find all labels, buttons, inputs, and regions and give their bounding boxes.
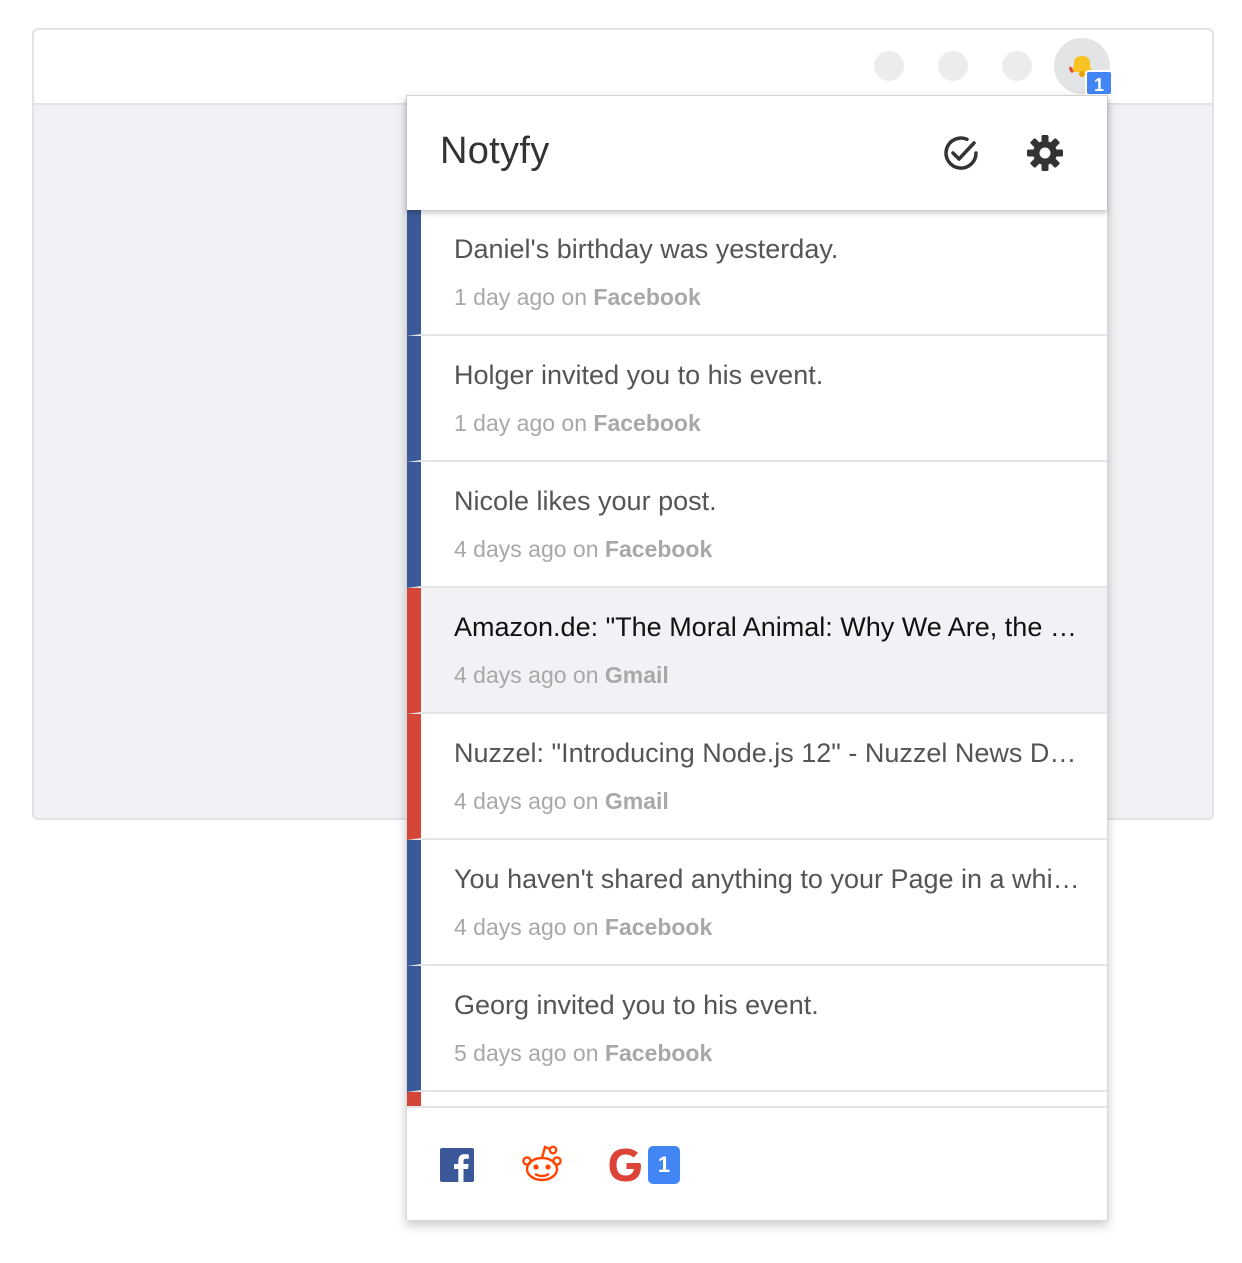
mark-all-read-icon[interactable] [940, 132, 982, 174]
notification-source: Facebook [604, 914, 713, 940]
notification-time: 4 days ago [454, 788, 567, 814]
google-badge: 1 [648, 1146, 680, 1184]
notification-time: 1 day ago [454, 284, 556, 310]
notification-item[interactable]: Georg invited you to his event. 5 days a… [407, 966, 1107, 1092]
notification-meta: 4 days ago on Facebook [454, 536, 712, 563]
notification-message: You haven't shared anything to your Page… [454, 864, 1080, 894]
notification-on: on [561, 284, 588, 310]
notification-item[interactable]: You haven't shared anything to your Page… [407, 840, 1107, 966]
browser-toolbar: 1 [34, 30, 1212, 105]
notification-meta: 5 days ago on Facebook [454, 1040, 712, 1067]
notification-item[interactable]: Amazon.de: "The Moral Animal: Why We Are… [407, 588, 1107, 714]
notification-time: 4 days ago [454, 536, 567, 562]
notification-time: 4 days ago [454, 662, 567, 688]
notification-on: on [572, 914, 599, 940]
notification-source: Facebook [593, 410, 701, 436]
notification-source: Gmail [604, 662, 669, 688]
popup-header: Notyfy [407, 96, 1107, 210]
extension-placeholder-icon[interactable] [874, 51, 904, 81]
notification-source: Facebook [593, 284, 701, 310]
popup-footer: 1 [407, 1106, 1107, 1220]
notification-item[interactable]: Daniel's birthday was yesterday. 1 day a… [407, 210, 1107, 336]
notification-source: Facebook [604, 1040, 713, 1066]
notification-time: 4 days ago [454, 914, 567, 940]
notification-item[interactable]: Holger invited you to his event. 1 day a… [407, 336, 1107, 462]
notification-on: on [572, 788, 599, 814]
notyfy-popup: Notyfy Daniel's birthday was yesterday. [406, 95, 1108, 1221]
extension-placeholder-icon[interactable] [1002, 51, 1032, 81]
google-icon[interactable] [607, 1146, 645, 1184]
notification-time: 1 day ago [454, 410, 556, 436]
popup-title: Notyfy [440, 130, 550, 172]
notification-message: Georg invited you to his event. [454, 990, 819, 1020]
reddit-icon[interactable] [521, 1144, 563, 1184]
notification-on: on [572, 1040, 599, 1066]
notification-message: Nicole likes your post. [454, 486, 717, 516]
notification-time: 5 days ago [454, 1040, 567, 1066]
notification-on: on [572, 662, 599, 688]
notification-meta: 1 day ago on Facebook [454, 410, 701, 437]
extension-badge: 1 [1085, 70, 1113, 96]
notification-source: Facebook [604, 536, 713, 562]
notification-message: Holger invited you to his event. [454, 360, 824, 390]
notification-on: on [572, 536, 599, 562]
notification-item[interactable]: Nuzzel: "Introducing Node.js 12" - Nuzze… [407, 714, 1107, 840]
settings-gear-icon[interactable] [1024, 132, 1066, 174]
notification-message: Nuzzel: "Introducing Node.js 12" - Nuzze… [454, 738, 1080, 768]
notification-list[interactable]: Daniel's birthday was yesterday. 1 day a… [407, 210, 1107, 1108]
notification-on: on [561, 410, 588, 436]
notification-meta: 4 days ago on Gmail [454, 788, 669, 815]
notification-message: Amazon.de: "The Moral Animal: Why We Are… [454, 612, 1080, 642]
extension-placeholder-icon[interactable] [938, 51, 968, 81]
facebook-icon[interactable] [440, 1148, 474, 1182]
notification-item[interactable]: Nicole likes your post. 4 days ago on Fa… [407, 462, 1107, 588]
notification-message: Daniel's birthday was yesterday. [454, 234, 839, 264]
notification-meta: 4 days ago on Facebook [454, 914, 712, 941]
notification-source: Gmail [604, 788, 669, 814]
notification-meta: 1 day ago on Facebook [454, 284, 701, 311]
notification-meta: 4 days ago on Gmail [454, 662, 669, 689]
